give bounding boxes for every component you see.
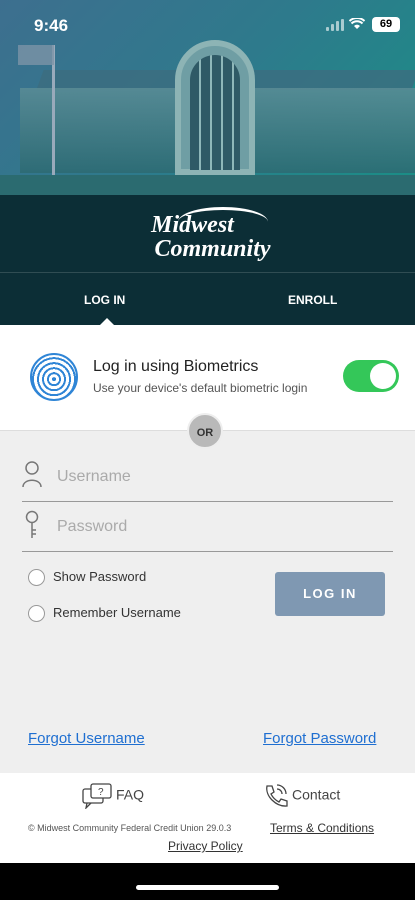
password-field [22, 504, 393, 552]
flag-pole [52, 45, 55, 180]
terms-link[interactable]: Terms & Conditions [270, 821, 374, 835]
user-icon [22, 460, 44, 490]
biometrics-subtitle: Use your device's default biometric logi… [93, 381, 308, 395]
faq-link[interactable]: ? FAQ [82, 783, 145, 810]
show-password-radio[interactable] [28, 569, 45, 587]
tab-login[interactable]: LOG IN [84, 293, 125, 307]
building-arch-window [190, 55, 240, 170]
privacy-link[interactable]: Privacy Policy [168, 839, 243, 853]
home-indicator[interactable] [136, 885, 279, 890]
username-input[interactable] [57, 464, 377, 490]
toggle-knob [370, 363, 396, 389]
key-icon [22, 510, 44, 540]
logo-swoosh [178, 207, 268, 237]
brand-logo: Midwest Community [0, 205, 415, 261]
status-bar: 9:46 69 [0, 0, 415, 50]
contact-label: Contact [292, 786, 341, 803]
biometrics-title: Log in using Biometrics [93, 358, 259, 375]
faq-label: FAQ [116, 786, 145, 803]
svg-text:?: ? [98, 787, 104, 798]
faq-icon: ? [82, 783, 112, 810]
remember-username-radio[interactable] [28, 605, 45, 623]
or-separator: OR [187, 413, 223, 449]
password-input[interactable] [57, 514, 377, 540]
tab-enroll[interactable]: ENROLL [288, 293, 337, 307]
forgot-password-link[interactable]: Forgot Password [263, 730, 376, 747]
battery-icon: 69 [372, 17, 400, 32]
home-bar-area [0, 863, 415, 900]
forgot-username-link[interactable]: Forgot Username [28, 730, 145, 747]
status-time: 9:46 [34, 16, 69, 35]
auth-tabs: LOG IN ENROLL [0, 272, 415, 327]
remember-username-checkbox[interactable]: Remember Username [28, 605, 181, 623]
show-password-checkbox[interactable]: Show Password [28, 569, 147, 587]
show-password-label: Show Password [53, 569, 147, 584]
fingerprint-icon [30, 353, 78, 401]
logo-line2: Community [154, 236, 271, 262]
phone-icon [266, 784, 288, 807]
wifi-icon [348, 17, 366, 33]
biometrics-toggle[interactable] [343, 360, 399, 392]
copyright-text: © Midwest Community Federal Credit Union… [28, 823, 232, 833]
login-button[interactable]: LOG IN [275, 572, 385, 616]
signal-icon [326, 19, 344, 31]
hero-ground [0, 175, 415, 195]
username-field [22, 454, 393, 502]
contact-link[interactable]: Contact [262, 783, 340, 809]
remember-username-label: Remember Username [53, 605, 181, 620]
footer: ? FAQ Contact © Midwest Community Federal… [0, 773, 415, 863]
login-form: Show Password Remember Username LOG IN F… [0, 431, 415, 773]
